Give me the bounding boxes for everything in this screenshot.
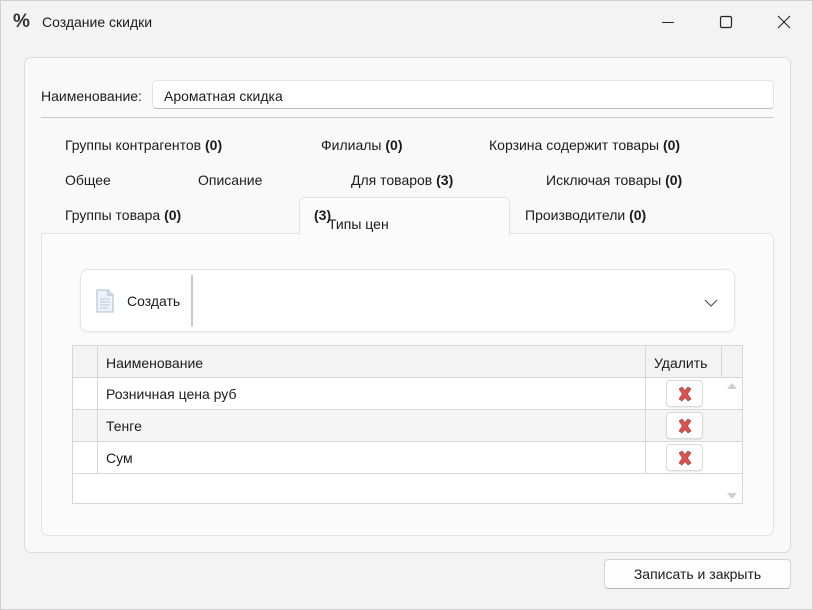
- delete-x-icon: [678, 450, 692, 466]
- tab-label: Корзина содержит товары: [489, 137, 660, 153]
- grid-toolbar: Создать: [80, 269, 735, 332]
- tab-count: (3): [436, 172, 454, 188]
- document-icon: [96, 289, 114, 313]
- name-cell[interactable]: Розничная цена руб: [98, 378, 646, 409]
- title-bar: % Создание скидки: [1, 1, 812, 43]
- tab-count: (0): [662, 137, 681, 153]
- scroll-up-arrow-icon[interactable]: [726, 382, 738, 390]
- grid-header: Наименование Удалить: [73, 346, 742, 378]
- delete-button[interactable]: [666, 380, 703, 407]
- delete-button[interactable]: [666, 444, 703, 471]
- tab-manufacturers[interactable]: Производители (0): [525, 207, 646, 223]
- name-label: Наименование:: [41, 88, 142, 104]
- tab-description[interactable]: Описание: [198, 172, 262, 188]
- tab-label: Группы контрагентов: [65, 137, 202, 153]
- tab-for-products[interactable]: Для товаров (3): [351, 172, 453, 188]
- create-button[interactable]: Создать: [81, 270, 191, 331]
- tab-label: Исключая товары: [546, 172, 662, 188]
- name-cell[interactable]: Тенге: [98, 410, 646, 441]
- dialog-window: % Создание скидки Наименование: Ароматна…: [0, 0, 813, 610]
- percent-icon: %: [13, 11, 30, 32]
- table-row[interactable]: Розничная цена руб: [73, 378, 742, 410]
- row-selector[interactable]: [73, 442, 98, 473]
- tab-price-types[interactable]: Типы цен (3): [299, 197, 510, 235]
- name-cell[interactable]: Сум: [98, 442, 646, 473]
- close-icon: [777, 15, 791, 29]
- tab-count: (0): [629, 207, 647, 223]
- delete-x-icon: [678, 418, 692, 434]
- column-header-delete[interactable]: Удалить: [646, 346, 722, 378]
- tab-general[interactable]: Общее: [65, 172, 111, 188]
- tab-label: Общее: [65, 172, 111, 188]
- delete-cell: [646, 442, 722, 473]
- tab-count: (0): [385, 137, 403, 153]
- minimize-icon: [662, 22, 674, 23]
- column-header-name[interactable]: Наименование: [98, 346, 646, 378]
- scroll-down-arrow-icon[interactable]: [726, 492, 738, 500]
- column-header-label: Наименование: [106, 355, 204, 371]
- tab-label: Группы товара: [65, 207, 161, 223]
- table-row[interactable]: Тенге: [73, 410, 742, 442]
- tab-excluding-products[interactable]: Исключая товары (0): [546, 172, 682, 188]
- tab-count: (0): [205, 137, 223, 153]
- cell-text: Сум: [106, 450, 133, 466]
- tab-label: Для товаров: [351, 172, 433, 188]
- column-header-label: Удалить: [654, 355, 708, 371]
- create-label: Создать: [127, 293, 181, 309]
- tab-label: Типы цен: [328, 216, 389, 232]
- tab-counterparty-groups[interactable]: Группы контрагентов (0): [65, 137, 222, 153]
- delete-cell: [646, 410, 722, 441]
- window-title: Создание скидки: [42, 14, 153, 30]
- price-types-grid: Наименование Удалить Розничная цена руб: [72, 345, 743, 504]
- tab-cart-contains[interactable]: Корзина содержит товары (0): [489, 137, 680, 153]
- tab-count: (0): [164, 207, 182, 223]
- delete-button[interactable]: [666, 412, 703, 439]
- row-selector[interactable]: [73, 410, 98, 441]
- tab-label: Описание: [198, 172, 263, 188]
- close-button[interactable]: [755, 1, 813, 43]
- tab-count: (0): [665, 172, 683, 188]
- cell-text: Розничная цена руб: [106, 386, 237, 402]
- row-selector[interactable]: [73, 378, 98, 409]
- cell-text: Тенге: [106, 418, 142, 434]
- toolbar-separator: [191, 275, 193, 327]
- row-selector-header: [73, 346, 98, 378]
- table-row[interactable]: Сум: [73, 442, 742, 474]
- tab-label: Производители: [525, 207, 626, 223]
- tab-product-groups[interactable]: Группы товара (0): [65, 207, 181, 223]
- divider: [41, 117, 774, 118]
- maximize-button[interactable]: [697, 1, 755, 43]
- name-input[interactable]: Ароматная скидка: [152, 80, 774, 109]
- chevron-down-icon[interactable]: [701, 296, 721, 310]
- tab-branches[interactable]: Филиалы (0): [321, 137, 403, 153]
- tab-label: Филиалы: [321, 137, 382, 153]
- delete-cell: [646, 378, 722, 409]
- save-and-close-button[interactable]: Записать и закрыть: [604, 559, 791, 589]
- maximize-icon: [719, 15, 733, 29]
- minimize-button[interactable]: [639, 1, 697, 43]
- delete-x-icon: [678, 386, 692, 402]
